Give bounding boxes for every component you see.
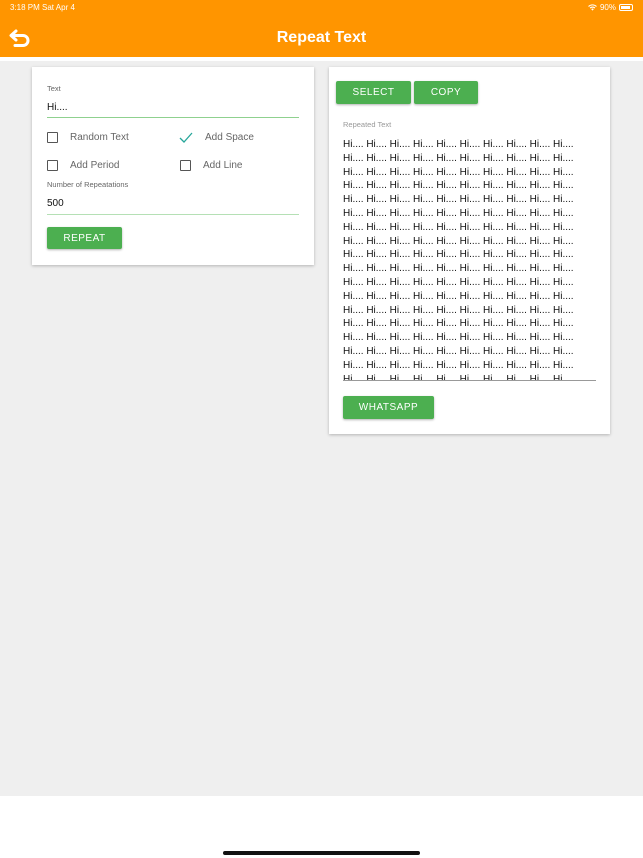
checkbox-label: Add Space bbox=[205, 132, 254, 143]
battery-icon bbox=[619, 4, 633, 11]
random-text-checkbox[interactable]: Random Text bbox=[47, 132, 129, 143]
text-input[interactable] bbox=[47, 97, 299, 118]
count-label: Number of Repeatations bbox=[47, 180, 129, 189]
bottom-area bbox=[0, 796, 643, 858]
text-label: Text bbox=[47, 84, 61, 93]
checkbox-label: Random Text bbox=[70, 132, 129, 143]
count-input[interactable] bbox=[47, 193, 299, 215]
checkbox-box bbox=[180, 160, 191, 171]
add-space-checkbox[interactable]: Add Space bbox=[179, 132, 254, 143]
repeated-text-label: Repeated Text bbox=[343, 120, 392, 129]
checkbox-box bbox=[47, 132, 58, 143]
output-card: SELECT COPY Repeated Text Hi.... Hi.... … bbox=[329, 67, 610, 434]
battery-percent: 90% bbox=[599, 3, 616, 12]
page-title: Repeat Text bbox=[276, 29, 367, 46]
add-period-checkbox[interactable]: Add Period bbox=[47, 160, 119, 171]
copy-button[interactable]: COPY bbox=[414, 81, 478, 104]
add-line-checkbox[interactable]: Add Line bbox=[180, 160, 242, 171]
checkbox-label: Add Line bbox=[203, 160, 243, 171]
status-time: 3:18 PM Sat Apr 4 bbox=[10, 3, 75, 12]
checkbox-box bbox=[47, 160, 58, 171]
app-header: 3:18 PM Sat Apr 4 90% Repeat Text bbox=[0, 0, 643, 57]
status-indicators: 90% bbox=[588, 3, 633, 12]
wifi-icon bbox=[588, 4, 597, 11]
header-divider bbox=[0, 57, 643, 61]
whatsapp-button[interactable]: WHATSAPP bbox=[343, 396, 434, 419]
input-card: Text Random Text Add Space Add Period Ad… bbox=[32, 67, 314, 265]
repeat-button[interactable]: REPEAT bbox=[47, 227, 122, 249]
checkbox-label: Add Period bbox=[70, 160, 120, 171]
repeated-text-output[interactable]: Hi.... Hi.... Hi.... Hi.... Hi.... Hi...… bbox=[343, 138, 596, 381]
home-indicator[interactable] bbox=[223, 851, 420, 855]
checkmark-icon bbox=[179, 132, 193, 143]
select-button[interactable]: SELECT bbox=[336, 81, 411, 104]
